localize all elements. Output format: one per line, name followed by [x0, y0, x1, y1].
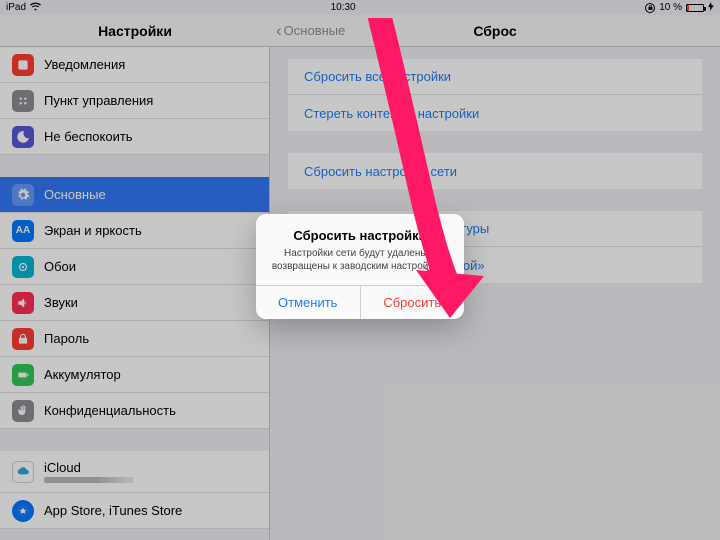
alert-confirm-button[interactable]: Сбросить — [361, 286, 465, 319]
alert-title: Сбросить настройки — [266, 228, 454, 243]
screen: { "statusbar": { "device": "iPad", "time… — [0, 0, 720, 540]
alert-message: Настройки сети будут удалены и возвращен… — [266, 247, 454, 273]
alert-cancel-button[interactable]: Отменить — [256, 286, 361, 319]
confirm-alert: Сбросить настройки Настройки сети будут … — [256, 214, 464, 319]
